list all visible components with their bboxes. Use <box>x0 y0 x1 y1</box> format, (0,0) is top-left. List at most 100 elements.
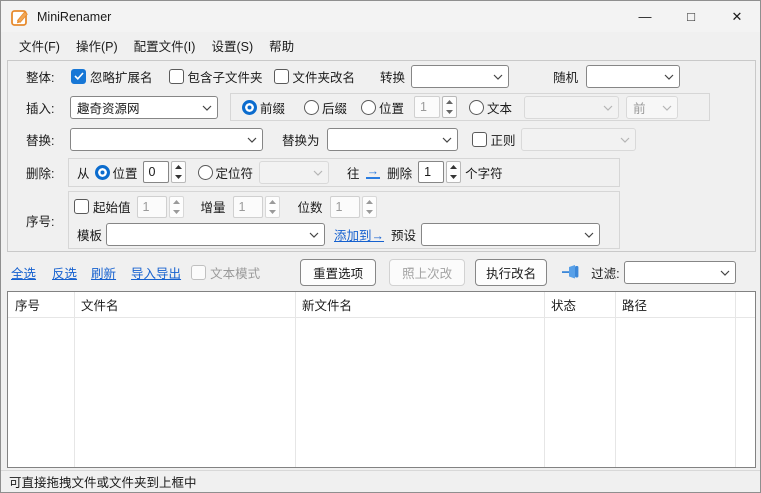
serial-line2: 模板 添加到→ 预设 <box>69 221 619 248</box>
filter-select[interactable] <box>624 261 736 284</box>
replace-with-combo[interactable] <box>327 128 458 151</box>
column-header-newname[interactable]: 新文件名 <box>295 295 544 314</box>
regex-checkbox[interactable]: 正则 <box>472 130 516 149</box>
import-export-link[interactable]: 导入导出 <box>131 263 181 282</box>
chevron-down-icon <box>662 105 672 111</box>
reset-options-button[interactable]: 重置选项 <box>300 259 376 286</box>
delete-count-input[interactable]: 1 <box>418 161 444 183</box>
template-combo[interactable] <box>106 223 325 246</box>
chevron-down-icon <box>720 270 730 276</box>
execute-rename-button[interactable]: 执行改名 <box>475 259 547 286</box>
delete-position-radio[interactable]: 位置 <box>95 163 138 182</box>
increment-label: 增量 <box>201 197 226 216</box>
delete-position-stepper[interactable] <box>171 161 186 183</box>
delete-position-input[interactable]: 0 <box>143 161 169 183</box>
menu-action[interactable]: 操作(P) <box>68 33 126 58</box>
row-replace: 替换: 替换为 正则 <box>8 123 755 155</box>
start-value-checkbox[interactable]: 起始值 <box>74 197 131 216</box>
add-to-link[interactable]: 添加到→ <box>334 225 384 244</box>
invert-selection-link[interactable]: 反选 <box>52 263 77 282</box>
minimize-button[interactable]: — <box>622 1 668 32</box>
delete-anchor-radio[interactable]: 定位符 <box>198 163 254 182</box>
checkbox-label: 正则 <box>491 130 516 149</box>
delete-options-group: 从 位置 0 定位符 往 → <box>68 158 620 187</box>
spinner-down-icon[interactable] <box>172 172 185 182</box>
checkbox-box-icon <box>74 199 89 214</box>
increment-input: 1 <box>233 196 263 218</box>
row-overall: 整体: 忽略扩展名 包含子文件夹 文件夹改名 转换 随机 <box>8 61 755 91</box>
replace-mode-select <box>521 128 636 151</box>
file-table[interactable]: 序号 文件名 新文件名 状态 路径 <box>7 291 756 468</box>
radio-icon <box>304 100 319 115</box>
replace-with-label: 替换为 <box>282 130 320 149</box>
insert-position-input[interactable]: 1 <box>414 96 440 118</box>
maximize-button[interactable]: □ <box>668 1 714 32</box>
preset-label: 预设 <box>391 225 416 244</box>
status-text: 可直接拖拽文件或文件夹到上框中 <box>9 472 197 491</box>
close-button[interactable]: ✕ <box>714 1 760 32</box>
refresh-link[interactable]: 刷新 <box>91 263 116 282</box>
chevron-down-icon <box>309 232 319 238</box>
random-label: 随机 <box>553 67 578 86</box>
spinner-up-icon[interactable] <box>447 162 460 172</box>
column-header-filename[interactable]: 文件名 <box>74 295 295 314</box>
menu-profile[interactable]: 配置文件(I) <box>126 33 204 58</box>
menu-help[interactable]: 帮助 <box>261 33 302 58</box>
select-all-link[interactable]: 全选 <box>11 263 36 282</box>
pin-icon[interactable] <box>562 264 582 280</box>
delete-unit-label: 个字符 <box>465 163 503 182</box>
filter-label: 过滤: <box>591 263 619 282</box>
column-header-status[interactable]: 状态 <box>544 295 615 314</box>
delete-toward-label: 往 <box>347 163 360 182</box>
text-radio[interactable]: 文本 <box>469 98 512 117</box>
checkbox-box-icon <box>472 132 487 147</box>
convert-label: 转换 <box>380 67 405 86</box>
file-list-drop-area[interactable] <box>8 318 755 467</box>
checkbox-label: 忽略扩展名 <box>90 67 153 86</box>
spinner-up-icon[interactable] <box>172 162 185 172</box>
table-header: 序号 文件名 新文件名 状态 路径 <box>8 292 755 317</box>
insert-direction-value: 前 <box>633 98 646 117</box>
convert-select[interactable] <box>411 65 509 88</box>
digits-stepper <box>362 196 377 218</box>
column-header-index[interactable]: 序号 <box>8 295 74 314</box>
digits-input: 1 <box>330 196 360 218</box>
toolbar: 全选 反选 刷新 导入导出 文本模式 重置选项 照上次改 执行改名 过滤: <box>1 257 760 287</box>
ignore-extension-checkbox[interactable]: 忽略扩展名 <box>71 67 153 86</box>
suffix-radio[interactable]: 后缀 <box>304 98 347 117</box>
radio-icon <box>469 100 484 115</box>
include-subfolder-checkbox[interactable]: 包含子文件夹 <box>169 67 263 86</box>
radio-label: 定位符 <box>216 163 254 182</box>
digits-label: 位数 <box>298 197 323 216</box>
checkbox-box-icon <box>191 265 206 280</box>
prefix-radio[interactable]: 前缀 <box>242 98 285 117</box>
radio-icon <box>361 100 376 115</box>
spinner-down-icon[interactable] <box>447 172 460 182</box>
random-select[interactable] <box>586 65 680 88</box>
chevron-down-icon <box>493 74 503 80</box>
folder-rename-checkbox[interactable]: 文件夹改名 <box>274 67 356 86</box>
spinner-down-icon[interactable] <box>443 107 456 117</box>
checkbox-label: 起始值 <box>93 197 131 216</box>
spinner-up-icon[interactable] <box>443 97 456 107</box>
start-value-input: 1 <box>137 196 167 218</box>
titlebar[interactable]: MiniRenamer — □ ✕ <box>1 1 760 32</box>
spinner-up-icon <box>266 197 279 207</box>
delete-count-stepper[interactable] <box>446 161 461 183</box>
serial-line1: 起始值 1 增量 1 位数 1 <box>69 192 619 221</box>
replace-label: 替换: <box>26 130 68 149</box>
delete-direction-toggle-icon[interactable]: → <box>366 166 381 179</box>
menu-file[interactable]: 文件(F) <box>11 33 68 58</box>
position-radio[interactable]: 位置 <box>361 98 404 117</box>
menu-settings[interactable]: 设置(S) <box>203 33 261 58</box>
preset-combo[interactable] <box>421 223 600 246</box>
increment-stepper <box>265 196 280 218</box>
column-header-path[interactable]: 路径 <box>615 295 735 314</box>
insert-position-stepper[interactable] <box>442 96 457 118</box>
radio-icon <box>95 165 110 180</box>
insert-text-value: 趣奇资源网 <box>77 98 140 117</box>
replace-find-combo[interactable] <box>70 128 263 151</box>
spinner-down-icon <box>266 207 279 217</box>
insert-text-combo[interactable]: 趣奇资源网 <box>70 96 218 119</box>
radio-label: 前缀 <box>260 98 285 117</box>
